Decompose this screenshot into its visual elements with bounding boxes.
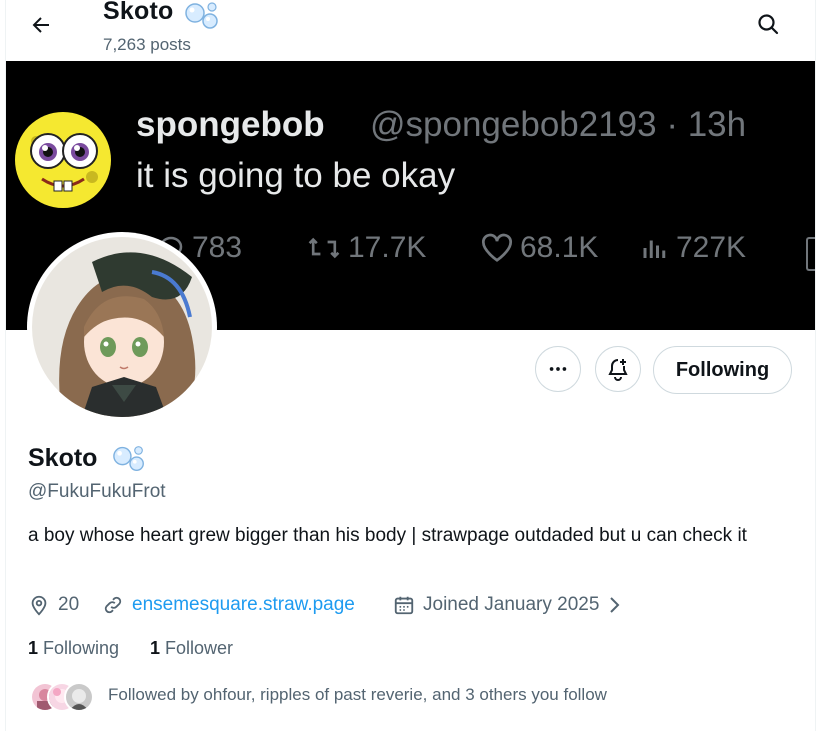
banner-reposts: 17.7K xyxy=(306,231,426,265)
profile-location: 20 xyxy=(28,594,79,616)
location-text: 20 xyxy=(58,594,80,615)
heart-icon xyxy=(482,233,512,262)
profile-handle: @FukuFukuFrot xyxy=(28,481,166,502)
search-icon xyxy=(758,14,779,35)
back-arrow-icon xyxy=(32,17,49,33)
bookmark-icon xyxy=(806,237,815,271)
profile-joined[interactable]: Joined January 2025 xyxy=(393,594,623,616)
follower-avatar xyxy=(64,682,94,712)
banner-tweet-author: spongebob xyxy=(136,105,325,144)
spongebob-avatar-icon xyxy=(14,111,112,214)
banner-reposts-count: 17.7K xyxy=(348,231,427,264)
profile-bio: a boy whose heart grew bigger than his b… xyxy=(28,525,747,546)
profile-display-name: Skoto xyxy=(28,444,98,472)
followed-by-text[interactable]: Followed by ohfour, ripples of past reve… xyxy=(108,685,607,705)
location-pin-icon xyxy=(31,595,47,616)
following-count-link[interactable]: 1 Following xyxy=(28,638,119,659)
back-button[interactable] xyxy=(27,11,55,39)
following-label: Following xyxy=(43,638,120,658)
search-button[interactable] xyxy=(754,10,782,38)
header-display-name: Skoto xyxy=(103,0,174,25)
profile-avatar[interactable] xyxy=(27,232,217,422)
avatar-image xyxy=(32,237,212,417)
following-button[interactable]: Following xyxy=(653,346,792,394)
bubbles-icon xyxy=(112,443,148,478)
calendar-icon xyxy=(394,596,414,615)
chevron-right-icon xyxy=(610,597,620,613)
banner-views: 727K xyxy=(640,231,746,265)
header-post-count: 7,263 posts xyxy=(103,35,191,54)
banner-likes: 68.1K xyxy=(480,231,598,265)
banner-views-count: 727K xyxy=(676,231,747,264)
banner-tweet-text: it is going to be okay xyxy=(136,156,456,195)
website-link[interactable]: ensemesquare.straw.page xyxy=(132,594,355,616)
right-frame-border xyxy=(815,0,835,731)
follower-label: Follower xyxy=(165,638,234,658)
bubbles-icon xyxy=(184,0,222,35)
follower-count-link[interactable]: 1 Follower xyxy=(150,638,233,659)
joined-text: Joined January 2025 xyxy=(423,594,600,615)
profile-website[interactable]: ensemesquare.straw.page xyxy=(102,594,355,616)
banner-likes-count: 68.1K xyxy=(520,231,599,264)
banner-replies-count: 783 xyxy=(192,231,243,264)
banner-tweet-handle-time: @spongebob2193 · 13h xyxy=(370,105,747,144)
more-options-button[interactable] xyxy=(535,346,581,392)
views-icon xyxy=(643,240,666,258)
bell-plus-icon xyxy=(608,359,628,381)
notifications-button[interactable] xyxy=(595,346,641,392)
repost-icon xyxy=(308,237,340,259)
following-count: 1 xyxy=(28,638,39,658)
link-icon xyxy=(104,596,122,614)
more-dots-icon xyxy=(549,367,567,371)
follower-count: 1 xyxy=(150,638,161,658)
